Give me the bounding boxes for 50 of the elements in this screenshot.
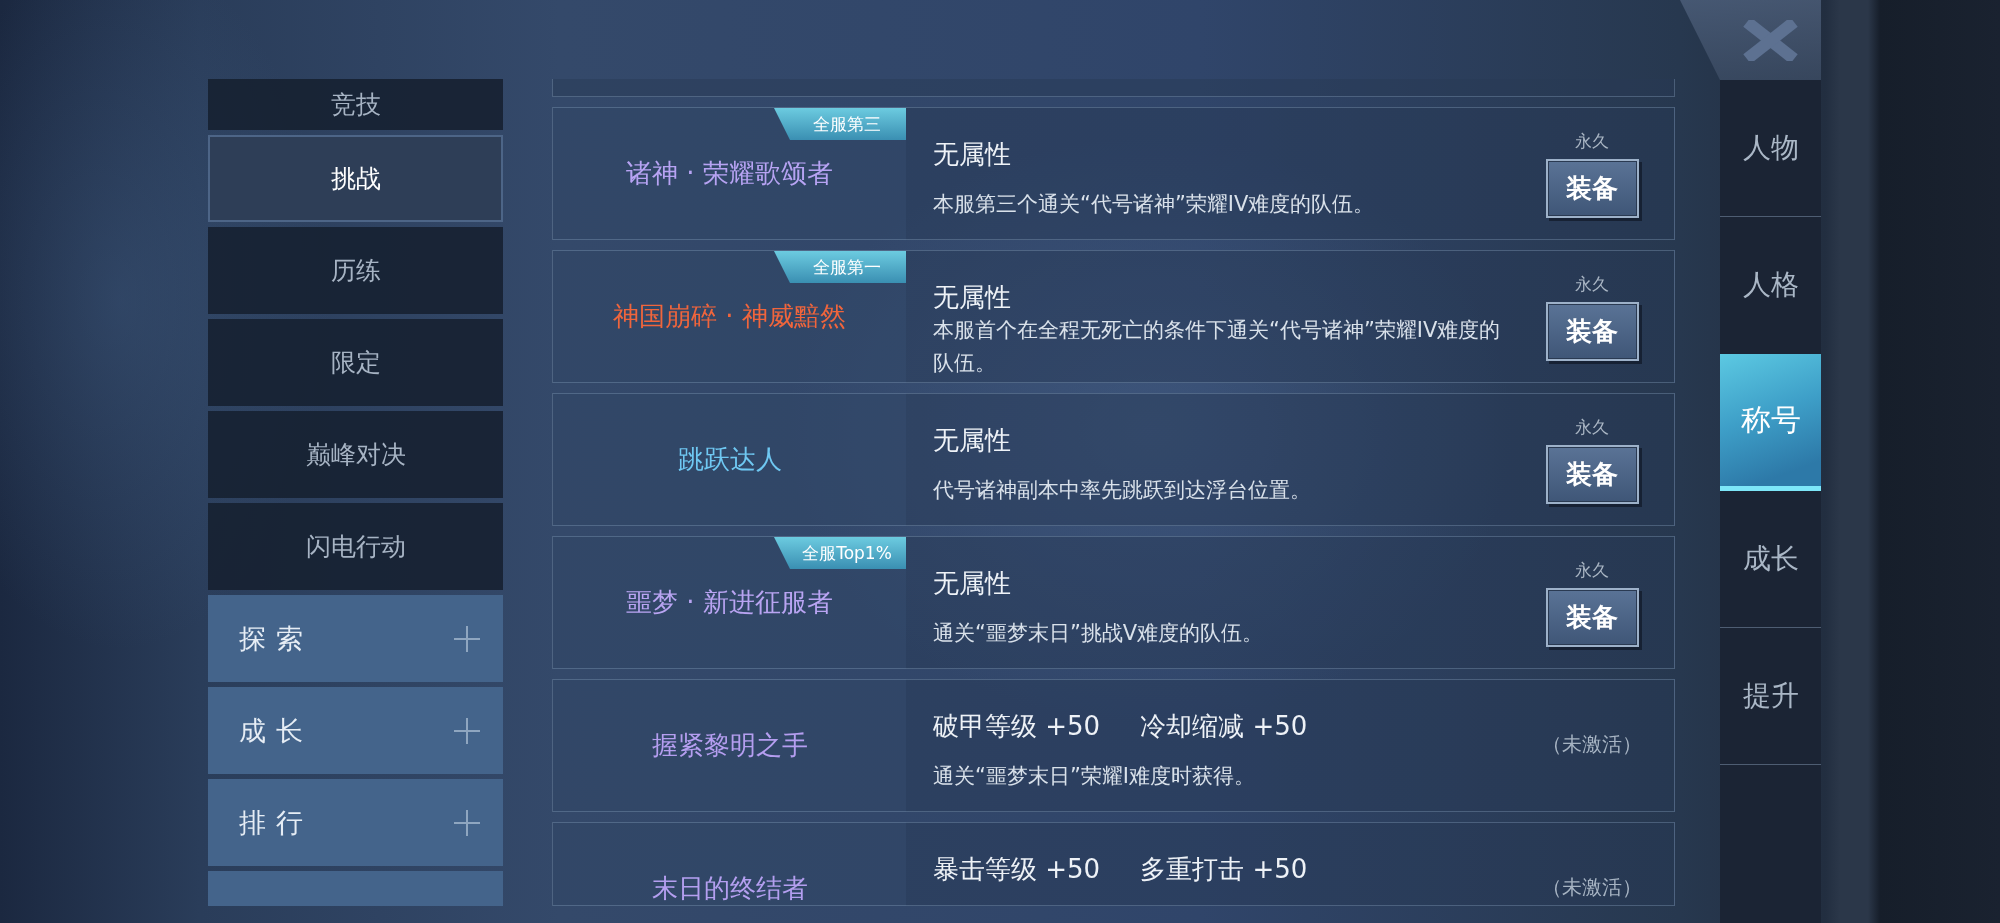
sidebar-item[interactable]: 闪电行动	[208, 503, 503, 590]
description-text: 代号诸神副本中率先跳跃到达浮台位置。	[933, 476, 1311, 504]
equip-button[interactable]: 装备	[1545, 445, 1639, 504]
attribute-text: 无属性	[933, 137, 1011, 171]
title-name: 诸神 · 荣耀歌颂者	[626, 157, 833, 190]
sidebar-item[interactable]: 限定	[208, 319, 503, 406]
attribute-text: 暴击等级 +50	[933, 852, 1101, 886]
title-name: 末日的终结者	[651, 872, 808, 905]
rank-badge: 全服Top1%	[774, 537, 906, 569]
equip-button[interactable]: 装备	[1545, 588, 1639, 647]
attribute-text: 多重打击 +50	[1140, 852, 1308, 886]
attribute-text: 无属性	[933, 280, 1011, 314]
duration-label: 永久	[1575, 416, 1609, 438]
close-button[interactable]	[1680, 0, 1821, 80]
description-text: 本服第三个通关“代号诸神”荣耀IV难度的队伍。	[933, 190, 1375, 218]
duration-label: 永久	[1575, 559, 1609, 581]
inactive-status: （未激活）	[1542, 731, 1642, 758]
sidebar-item[interactable]: 历练	[208, 227, 503, 314]
side-tab[interactable]: 人物	[1720, 80, 1821, 217]
sidebar-group-item[interactable]: 成长	[208, 687, 503, 774]
equip-button[interactable]: 装备	[1545, 159, 1639, 218]
sidebar-group-item[interactable]: 探索	[208, 595, 503, 682]
sidebar-item[interactable]: 巅峰对决	[208, 411, 503, 498]
group-label: 排行	[239, 805, 313, 840]
title-name: 跳跃达人	[677, 443, 782, 476]
inactive-status: （未激活）	[1542, 874, 1642, 901]
close-icon	[1743, 19, 1798, 61]
rank-badge: 全服第三	[774, 108, 906, 140]
sidebar-group-item[interactable]: 排行	[208, 779, 503, 866]
rank-badge: 全服第一	[774, 251, 906, 283]
sidebar-item[interactable]: 竞技	[208, 79, 503, 130]
description-text: 通关“噩梦末日”荣耀Ⅰ难度时获得。	[933, 762, 1255, 790]
title-name: 噩梦 · 新进征服者	[626, 586, 833, 619]
group-label: 成长	[239, 713, 313, 748]
sidebar-item[interactable]: 挑战	[208, 135, 503, 222]
title-name: 握紧黎明之手	[651, 729, 808, 762]
attribute-text: 无属性	[933, 423, 1011, 457]
duration-label: 永久	[1575, 130, 1609, 152]
attribute-text: 无属性	[933, 566, 1011, 600]
attribute-text: 破甲等级 +50	[933, 709, 1101, 743]
description-text: 通关“噩梦末日”挑战V难度的队伍。	[933, 619, 1264, 647]
side-tab[interactable]: 提升	[1720, 628, 1821, 765]
side-tab[interactable]: 成长	[1720, 491, 1821, 628]
duration-label: 永久	[1575, 273, 1609, 295]
group-label: 探索	[239, 621, 313, 656]
attribute-text: 冷却缩减 +50	[1140, 709, 1308, 743]
equip-button[interactable]: 装备	[1545, 302, 1639, 361]
title-name: 神国崩碎 · 神威黯然	[613, 300, 846, 333]
side-tab[interactable]: 人格	[1720, 217, 1821, 354]
description-text: 本服首个在全程无死亡的条件下通关“代号诸神”荣耀IV难度的队伍。	[933, 317, 1502, 377]
